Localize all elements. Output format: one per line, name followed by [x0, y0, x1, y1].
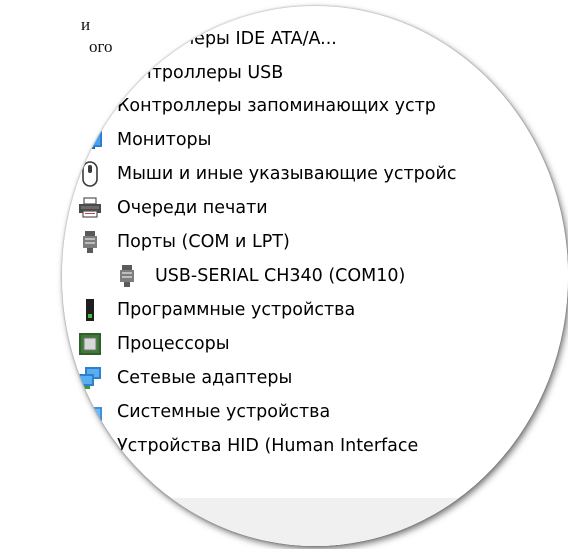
- tree-item-mice[interactable]: Мыши и иные указывающие устройс: [62, 157, 568, 191]
- screenshot: и ого роллеры IDE ATA/A... контроллеры U…: [0, 0, 568, 549]
- tree-item-label: Мыши и иные указывающие устройс: [117, 164, 457, 184]
- background-document-text: и ого: [0, 14, 113, 58]
- tree-item-processors[interactable]: Процессоры: [62, 327, 568, 361]
- tree-item-label: Очереди печати: [117, 198, 268, 218]
- hid-device-icon: [77, 436, 102, 458]
- tree-item-network-adapters[interactable]: Сетевые адаптеры: [62, 361, 568, 395]
- tree-item-monitors[interactable]: Мониторы: [62, 123, 568, 157]
- window-bottom-panel: [62, 498, 568, 546]
- software-device-icon: [83, 298, 105, 321]
- processor-icon: [78, 332, 101, 355]
- tree-item-software-devices[interactable]: Программные устройства: [62, 293, 568, 327]
- monitor-icon: [77, 129, 102, 151]
- chevron-right-icon[interactable]: [62, 336, 68, 352]
- system-devices-icon: [77, 400, 102, 422]
- tree-item-label: роллеры IDE ATA/A...: [150, 29, 337, 49]
- chevron-right-icon[interactable]: [62, 370, 70, 386]
- tree-item-label: Сетевые адаптеры: [117, 368, 293, 388]
- tree-item-label: Порты (COM и LPT): [117, 232, 290, 252]
- magnifier-lens: роллеры IDE ATA/A... контроллеры USB Кон…: [62, 6, 568, 546]
- tree-item-label: Процессоры: [117, 334, 230, 354]
- tree-item-usb-controllers[interactable]: контроллеры USB: [62, 56, 568, 90]
- tree-item-label: Устройства HID (Human Interface: [117, 436, 419, 456]
- ide-controller-icon: [114, 28, 136, 50]
- port-icon: [118, 264, 140, 287]
- device-tree: роллеры IDE ATA/A... контроллеры USB Кон…: [62, 6, 568, 546]
- printer-icon: [78, 197, 101, 219]
- chevron-right-icon[interactable]: [62, 166, 68, 182]
- tree-item-label: Системные устройства: [117, 402, 331, 422]
- chevron-right-icon[interactable]: [62, 302, 68, 318]
- tree-item-hid-devices[interactable]: Устройства HID (Human Interface: [62, 429, 568, 463]
- chevron-right-icon[interactable]: [62, 132, 70, 148]
- tree-item-ports[interactable]: Порты (COM и LPT): [62, 225, 568, 259]
- tree-item-label: Программные устройства: [117, 300, 356, 320]
- tree-item-label: USB-SERIAL CH340 (COM10): [155, 266, 406, 286]
- mouse-icon: [81, 161, 103, 187]
- storage-controller-icon: [88, 95, 110, 117]
- network-adapter-icon: [77, 366, 101, 389]
- chevron-down-icon[interactable]: [62, 234, 64, 250]
- port-icon: [81, 230, 103, 253]
- tree-item-storage-controllers[interactable]: Контроллеры запоминающих устр: [62, 89, 568, 123]
- chevron-right-icon[interactable]: [62, 200, 68, 216]
- tree-item-label: Контроллеры запоминающих устр: [117, 96, 436, 116]
- tree-item-label: Мониторы: [117, 130, 212, 150]
- tree-item-print-queues[interactable]: Очереди печати: [62, 191, 568, 225]
- tree-item-system-devices[interactable]: Системные устройства: [62, 395, 568, 429]
- tree-item-usb-serial-ch340[interactable]: USB-SERIAL CH340 (COM10): [62, 259, 568, 293]
- tree-item-label: контроллеры USB: [119, 63, 284, 83]
- tree-item-ide-controllers[interactable]: роллеры IDE ATA/A...: [62, 22, 568, 56]
